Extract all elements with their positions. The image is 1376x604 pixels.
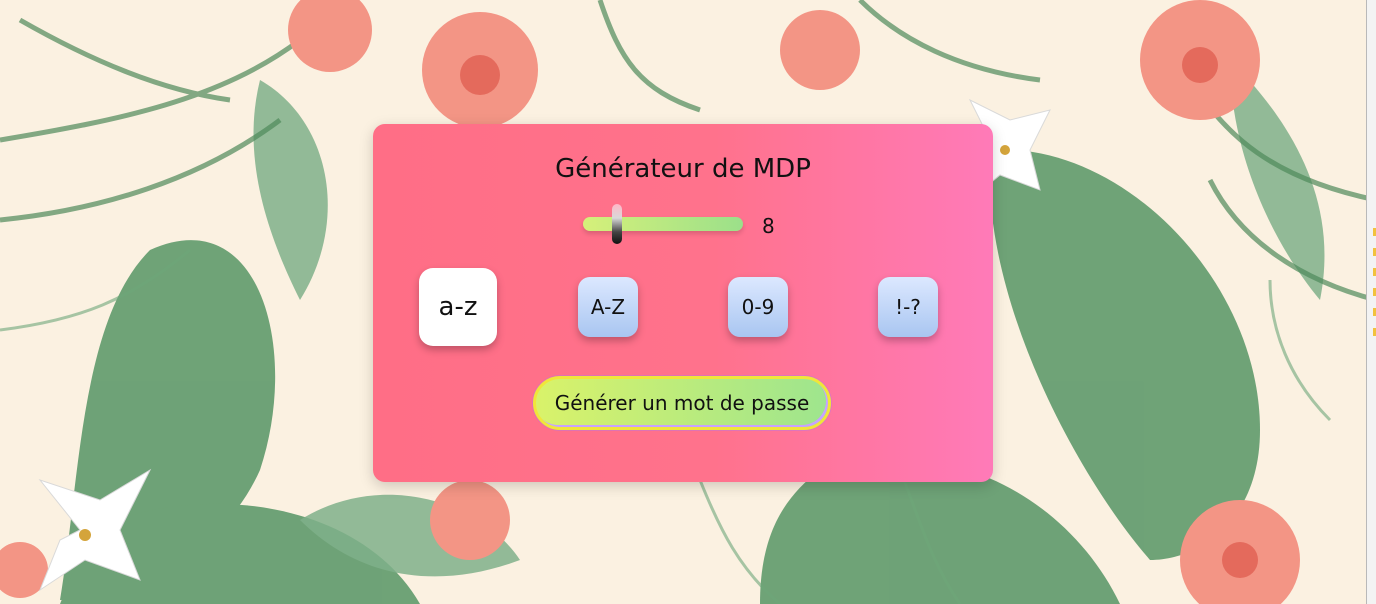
page-title: Générateur de MDP — [555, 154, 811, 184]
password-generator-card: Générateur de MDP 8 a-z A-Z 0-9 !-? Géné… — [373, 124, 993, 482]
option-digits-button[interactable]: 0-9 — [728, 277, 788, 337]
option-uppercase-button[interactable]: A-Z — [578, 277, 638, 337]
generate-password-button[interactable]: Générer un mot de passe — [533, 376, 831, 430]
length-value: 8 — [762, 214, 775, 238]
slider-thumb[interactable] — [612, 204, 622, 244]
slider-track[interactable] — [583, 217, 743, 231]
clipped-side-panel — [1366, 0, 1376, 604]
option-symbols-button[interactable]: !-? — [878, 277, 938, 337]
option-lowercase-button[interactable]: a-z — [419, 268, 497, 346]
length-slider[interactable] — [583, 204, 743, 244]
